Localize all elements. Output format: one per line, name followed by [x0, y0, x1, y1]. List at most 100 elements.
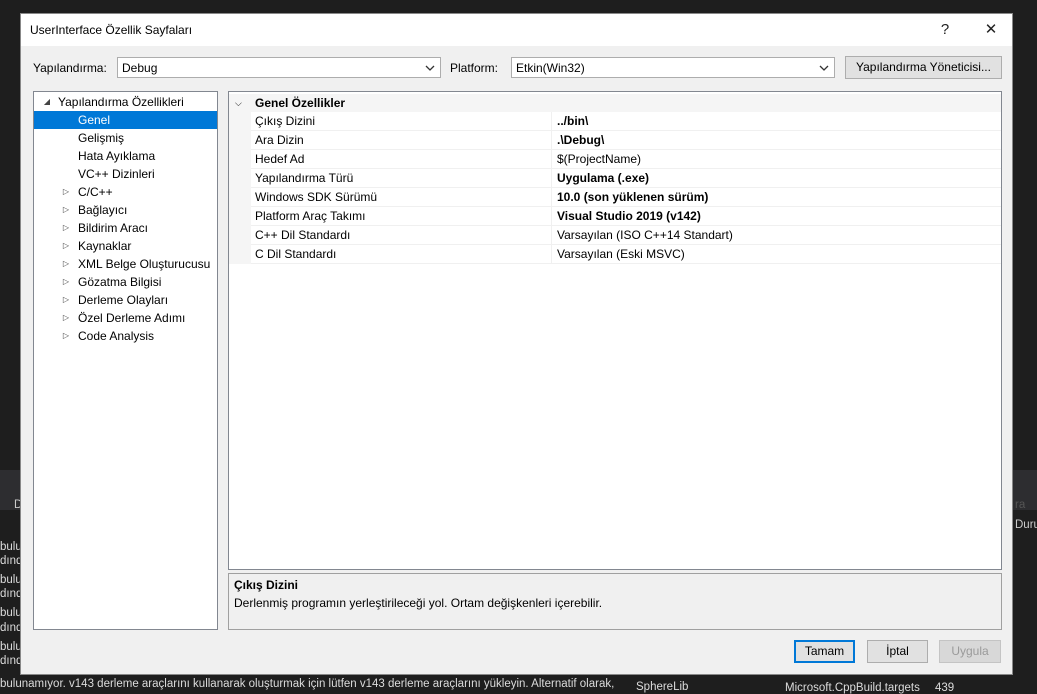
tree-item[interactable]: ▷ C/C++: [34, 183, 217, 201]
ide-right-tab[interactable]: Duru: [1015, 519, 1037, 531]
grid-gutter: [229, 112, 251, 264]
property-name: C++ Dil Standardı: [255, 226, 552, 244]
tree-item[interactable]: Hata Ayıklama: [34, 147, 217, 165]
description-panel: Çıkış Dizini Derlenmiş programın yerleşt…: [228, 573, 1002, 630]
property-name: Çıkış Dizini: [255, 112, 552, 130]
tree-item[interactable]: ▷ Gözatma Bilgisi: [34, 273, 217, 291]
property-row[interactable]: Yapılandırma Türü Uygulama (.exe): [251, 169, 1001, 188]
chevron-down-icon[interactable]: ⌵: [235, 94, 242, 112]
property-name: Yapılandırma Türü: [255, 169, 552, 187]
property-value[interactable]: Uygulama (.exe): [557, 169, 649, 187]
tree-item-label: Kaynaklar: [78, 239, 132, 253]
property-name: C Dil Standardı: [255, 245, 552, 263]
platform-label: Platform:: [450, 61, 499, 75]
property-value[interactable]: ../bin\: [557, 112, 588, 130]
tree-item-label: Derleme Olayları: [78, 293, 169, 307]
property-name: Windows SDK Sürümü: [255, 188, 552, 206]
ide-output-line: dınd: [0, 555, 20, 567]
expand-triangle-icon[interactable]: ▷: [61, 183, 71, 201]
ide-error-line: 439: [935, 682, 955, 694]
config-tree: ◢ Yapılandırma Özellikleri Genel Gelişmiş…: [33, 91, 218, 630]
property-value[interactable]: Varsayılan (Eski MSVC): [557, 245, 685, 263]
tree-item-label: Bağlayıcı: [78, 203, 128, 217]
config-select[interactable]: Debug: [117, 57, 441, 78]
config-select-value: Debug: [122, 61, 158, 75]
tree-item-label: Hata Ayıklama: [78, 149, 156, 163]
expand-triangle-icon[interactable]: ▷: [61, 237, 71, 255]
tree-item[interactable]: ▷ Derleme Olayları: [34, 291, 217, 309]
expand-triangle-icon[interactable]: ▷: [61, 327, 71, 345]
tree-item[interactable]: VC++ Dizinleri: [34, 165, 217, 183]
property-value[interactable]: $(ProjectName): [557, 150, 641, 168]
expand-triangle-icon[interactable]: ▷: [61, 291, 71, 309]
dialog-titlebar: UserInterface Özellik Sayfaları ? ✕: [21, 14, 1012, 46]
tree-item[interactable]: ▷ Özel Derleme Adımı: [34, 309, 217, 327]
dialog-title: UserInterface Özellik Sayfaları: [30, 23, 193, 37]
config-label: Yapılandırma:: [33, 61, 107, 75]
tree-item[interactable]: Genel: [34, 111, 217, 129]
chevron-down-icon: [425, 65, 435, 71]
description-text: Derlenmiş programın yerleştirileceği yol…: [234, 596, 603, 610]
tree-item-label: Bildirim Aracı: [78, 221, 149, 235]
close-button[interactable]: ✕: [969, 18, 1013, 42]
expand-triangle-icon[interactable]: ▷: [61, 309, 71, 327]
description-title: Çıkış Dizini: [234, 578, 299, 592]
property-row[interactable]: Platform Araç Takımı Visual Studio 2019 (…: [251, 207, 1001, 226]
property-value[interactable]: .\Debug\: [557, 131, 604, 149]
property-grid: ⌵ Genel Özellikler Çıkış Dizini ../bin\ Ar…: [228, 91, 1002, 570]
property-row[interactable]: Çıkış Dizini ../bin\: [251, 112, 1001, 131]
property-pages-dialog: UserInterface Özellik Sayfaları ? ✕ Yapı…: [20, 13, 1013, 675]
tree-item[interactable]: ▷ Kaynaklar: [34, 237, 217, 255]
ide-output-line: dınd: [0, 622, 20, 634]
property-value[interactable]: Visual Studio 2019 (v142): [557, 207, 701, 225]
ide-right-faint: ra: [1015, 499, 1026, 511]
tree-item[interactable]: ▷ XML Belge Oluşturucusu: [34, 255, 217, 273]
tree-item[interactable]: Gelişmiş: [34, 129, 217, 147]
tree-item-label: Gözatma Bilgisi: [78, 275, 162, 289]
cancel-button[interactable]: İptal: [867, 640, 928, 663]
expand-triangle-icon[interactable]: ▷: [61, 201, 71, 219]
tree-item[interactable]: ▷ Bildirim Aracı: [34, 219, 217, 237]
property-value[interactable]: 10.0 (son yüklenen sürüm): [557, 188, 708, 206]
tree-item-label: Code Analysis: [78, 329, 155, 343]
ide-output-line: bulu: [0, 607, 20, 619]
expanded-triangle-icon[interactable]: ◢: [42, 93, 52, 111]
ide-output-line: dınd: [0, 655, 20, 667]
tree-item[interactable]: ▷ Bağlayıcı: [34, 201, 217, 219]
expand-triangle-icon[interactable]: ▷: [61, 273, 71, 291]
ide-output-line: bulu: [0, 541, 20, 553]
grid-category[interactable]: ⌵ Genel Özellikler: [229, 94, 1001, 112]
ok-button[interactable]: Tamam: [794, 640, 855, 663]
platform-select-value: Etkin(Win32): [516, 61, 585, 75]
property-row[interactable]: Ara Dizin .\Debug\: [251, 131, 1001, 150]
property-row[interactable]: Windows SDK Sürümü 10.0 (son yüklenen sür…: [251, 188, 1001, 207]
tree-item-label: C/C++: [78, 185, 113, 199]
property-row[interactable]: C++ Dil Standardı Varsayılan (ISO C++14 S…: [251, 226, 1001, 245]
expand-triangle-icon[interactable]: ▷: [61, 255, 71, 273]
ide-error-message: bulunamıyor. v143 derleme araçlarını kul…: [0, 678, 615, 690]
config-manager-button[interactable]: Yapılandırma Yöneticisi...: [845, 56, 1002, 79]
tree-item-label: Genel: [78, 113, 111, 127]
ide-output-line: bulu: [0, 641, 20, 653]
property-value[interactable]: Varsayılan (ISO C++14 Standart): [557, 226, 733, 244]
chevron-down-icon: [819, 65, 829, 71]
ide-output-line: bulu: [0, 574, 20, 586]
property-name: Hedef Ad: [255, 150, 552, 168]
property-name: Platform Araç Takımı: [255, 207, 552, 225]
tree-root[interactable]: ◢ Yapılandırma Özellikleri: [34, 93, 217, 111]
help-button[interactable]: ?: [923, 18, 967, 42]
ide-output-line: dınd: [0, 588, 20, 600]
tree-item-label: Gelişmiş: [78, 131, 125, 145]
ide-error-file: Microsoft.CppBuild.targets: [785, 682, 920, 694]
tree-item-label: XML Belge Oluşturucusu: [78, 257, 211, 271]
apply-button[interactable]: Uygula: [939, 640, 1001, 663]
platform-select[interactable]: Etkin(Win32): [511, 57, 835, 78]
tree-root-label: Yapılandırma Özellikleri: [58, 95, 184, 109]
tree-item[interactable]: ▷ Code Analysis: [34, 327, 217, 345]
tree-item-label: VC++ Dizinleri: [78, 167, 155, 181]
expand-triangle-icon[interactable]: ▷: [61, 219, 71, 237]
property-row[interactable]: C Dil Standardı Varsayılan (Eski MSVC): [251, 245, 1001, 264]
property-row[interactable]: Hedef Ad $(ProjectName): [251, 150, 1001, 169]
ide-error-project: SphereLib: [636, 681, 689, 693]
tree-item-label: Özel Derleme Adımı: [78, 311, 186, 325]
